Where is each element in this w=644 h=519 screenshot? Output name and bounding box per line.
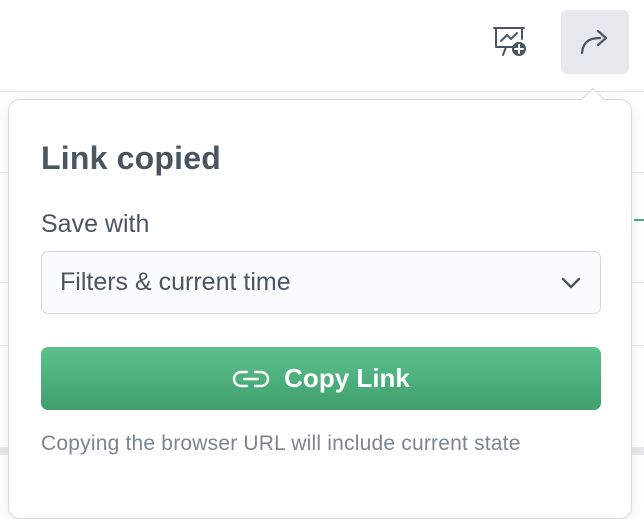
share-button[interactable]: [561, 10, 629, 74]
link-icon: [232, 370, 270, 387]
save-with-select-value: Filters & current time: [60, 268, 291, 296]
copy-link-button[interactable]: Copy Link: [41, 347, 601, 410]
toolbar-divider: [0, 91, 644, 92]
save-with-select[interactable]: Filters & current time: [41, 251, 601, 314]
background-divider: [630, 282, 644, 283]
background-divider: [630, 172, 644, 173]
background-divider: [630, 345, 644, 346]
share-arrow-icon: [580, 29, 608, 55]
background-chart-line: [634, 219, 644, 221]
copy-link-label: Copy Link: [284, 363, 410, 393]
popover-title: Link copied: [41, 140, 221, 176]
save-with-label: Save with: [41, 210, 150, 238]
add-to-presentation-button[interactable]: [476, 10, 544, 74]
share-popover: Link copied Save with Filters & current …: [8, 87, 632, 519]
presentation-add-icon: [493, 27, 526, 56]
copy-hint-text: Copying the browser URL will include cur…: [41, 432, 521, 455]
background-band: [630, 447, 644, 455]
chevron-down-icon: [561, 277, 581, 288]
